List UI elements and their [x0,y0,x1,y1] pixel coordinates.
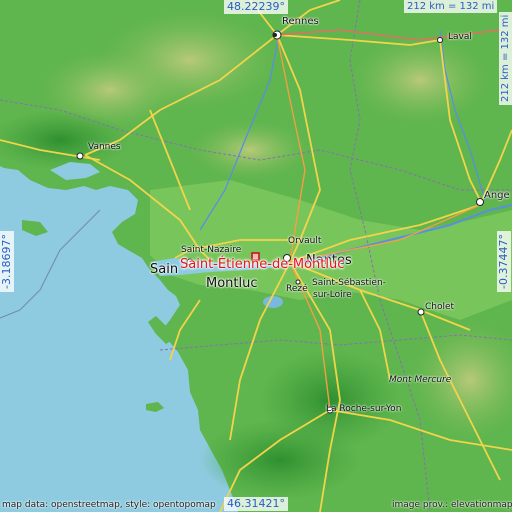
map-canvas [0,0,512,512]
city-label-sur-loire: sur-Loire [313,290,352,300]
city-label-vannes: Vannes [88,142,121,152]
city-label-saint-sebastien: Saint-Sébastien- [312,278,386,288]
coord-south: 46.31421° [224,497,288,511]
city-label-angers: Ange [484,190,510,201]
coord-west: -3.18697° [0,231,14,292]
city-label-saint-nazaire-large: Sain [150,262,179,277]
scale-horizontal: 212 km = 132 mi [404,0,498,13]
scale-vertical: 212 km = 132 mi [499,11,512,105]
city-label-reze: Rezé [286,284,308,294]
lake [263,296,283,308]
dark-area [260,350,400,450]
hill-area [350,35,490,125]
city-label-rennes: Rennes [282,16,319,27]
highlight-label[interactable]: Saint-Étienne-de-Montluc [180,257,344,272]
coord-east: -0.37447° [497,231,511,292]
city-label-saint-nazaire: Saint-Nazaire [181,245,242,255]
coord-north: 48.22239° [224,0,288,14]
credit-map-data: map data: openstreetmap, style: opentopo… [2,500,216,510]
city-label-mont-mercure: Mont Mercure [389,375,452,385]
map-container[interactable]: Rennes Laval Vannes Ange Saint-Nazaire S… [0,0,512,512]
city-label-la-roche-sur-yon: La Roche-sur-Yon [326,404,402,414]
credit-image-provider: image prov.: elevationmap.net [392,500,512,510]
city-label-montluc: Montluc [206,276,258,291]
city-label-laval: Laval [448,32,472,42]
city-label-orvault: Orvault [288,236,322,246]
city-label-cholet: Cholet [425,302,455,312]
